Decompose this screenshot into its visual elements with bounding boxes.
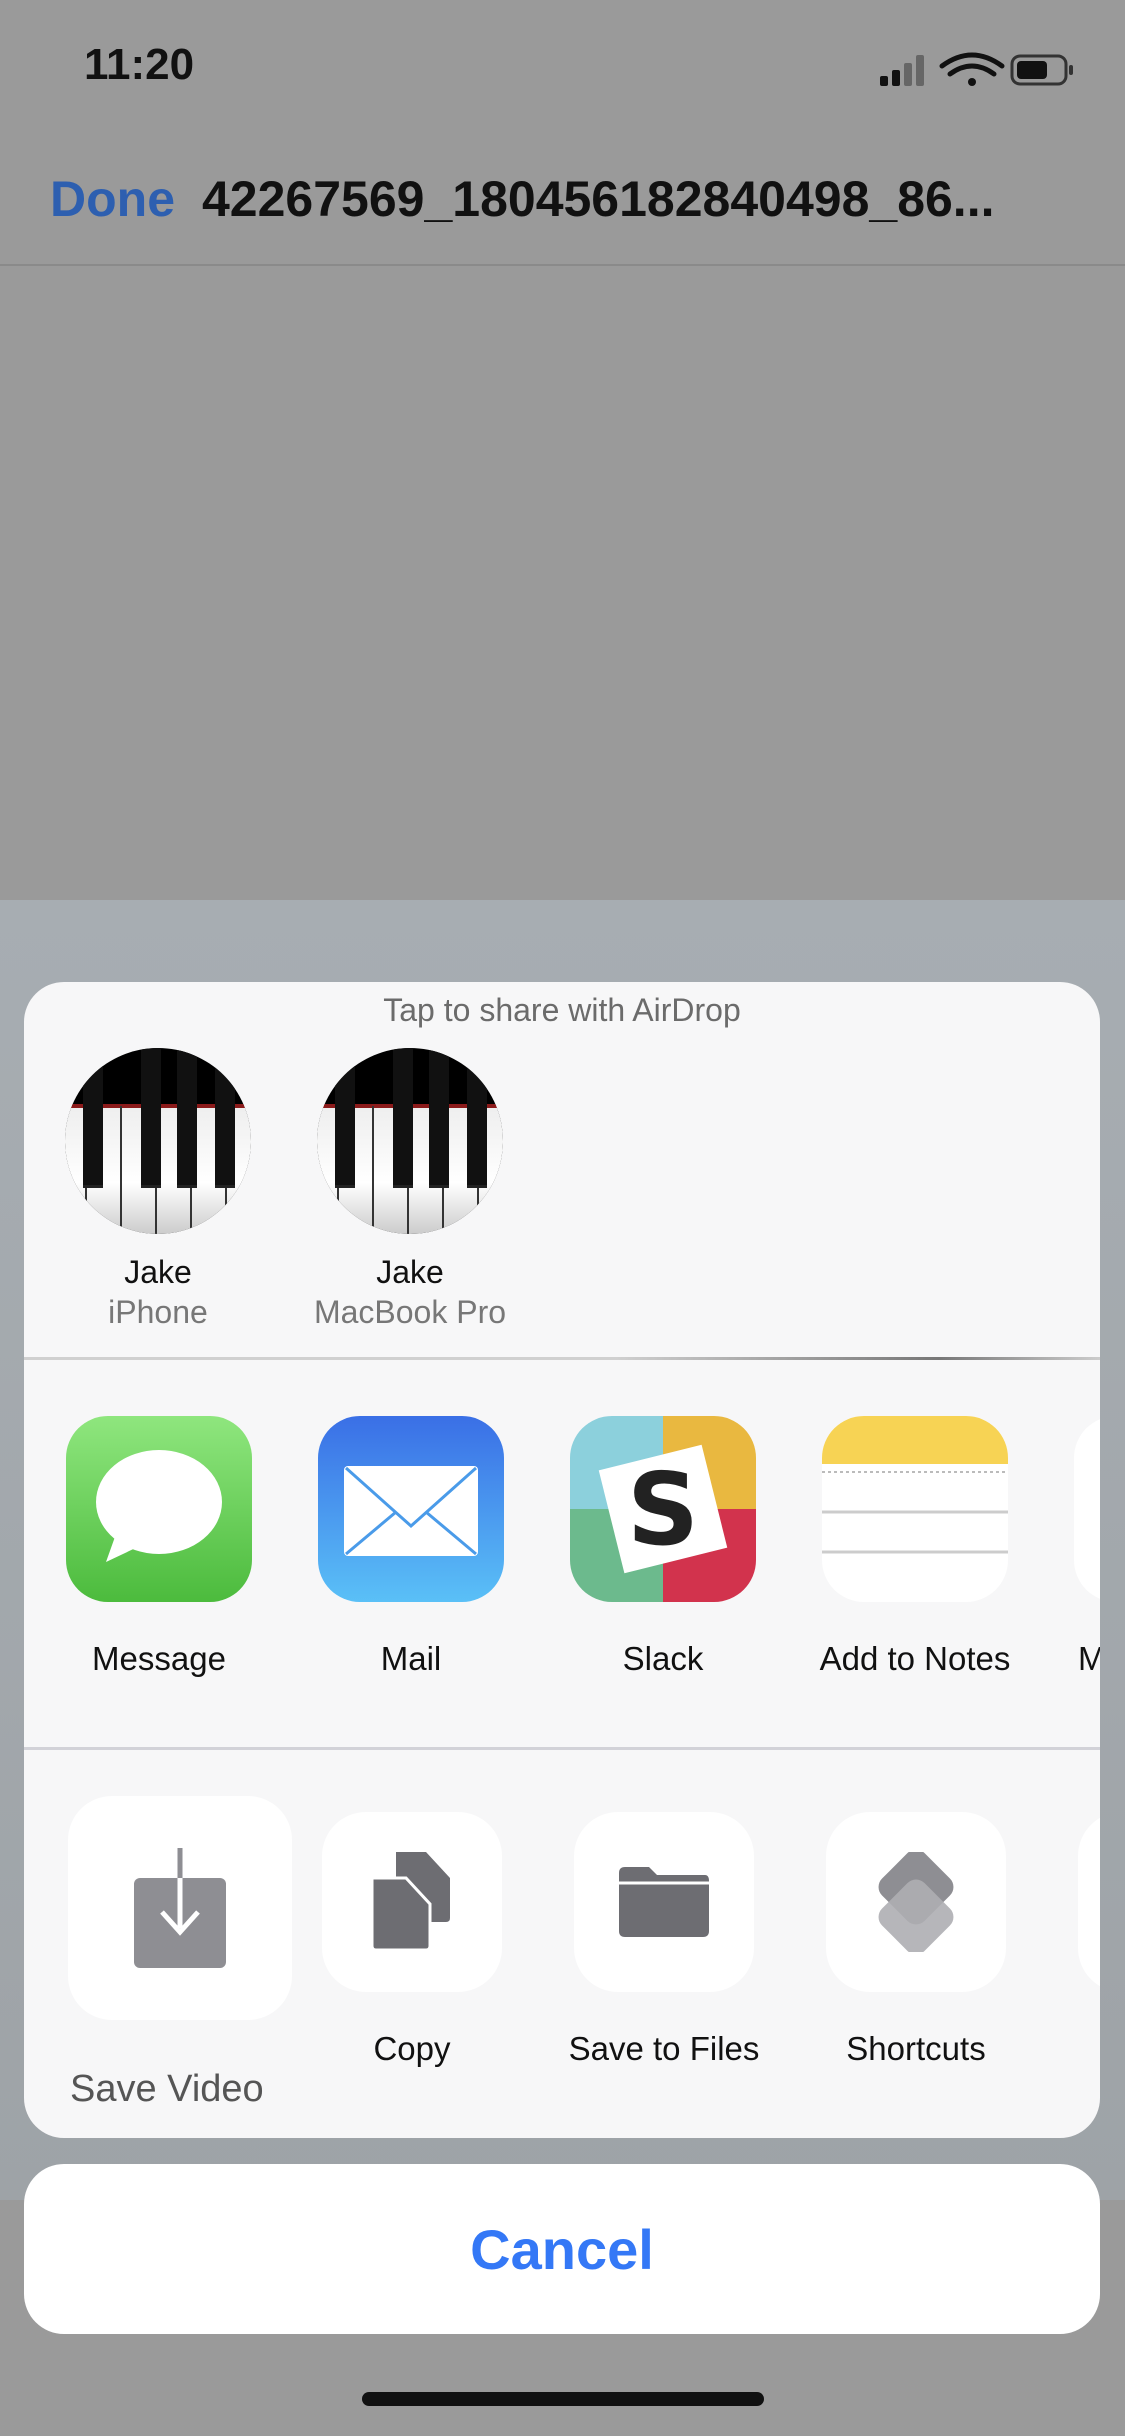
action-label: Save Video	[70, 2068, 264, 2110]
device-name: Jake	[376, 1254, 444, 1290]
share-sheet: Tap to share with AirDrop Jake iPhone Ja…	[24, 982, 1100, 2138]
slack-icon[interactable]: S	[570, 1416, 756, 1602]
airdrop-device[interactable]: Jake iPhone	[33, 982, 283, 1362]
done-button[interactable]: Done	[50, 170, 175, 228]
folder-icon	[619, 1867, 709, 1937]
more-action-button[interactable]	[1078, 1812, 1100, 1992]
avatar	[317, 1048, 503, 1234]
action-label: Save to Files	[568, 2030, 760, 2067]
app-label: Slack	[622, 1640, 704, 1677]
app-label: Message	[92, 1640, 226, 1677]
device-type: iPhone	[108, 1294, 208, 1330]
status-icons	[880, 52, 1073, 86]
home-indicator[interactable]	[362, 2392, 764, 2406]
app-label: Add to Notes	[819, 1640, 1011, 1677]
notes-icon[interactable]	[822, 1416, 1008, 1602]
device-name: Jake	[124, 1254, 192, 1290]
svg-text:S: S	[627, 1451, 699, 1568]
save-download-icon	[134, 1848, 226, 1968]
app-label: M	[1078, 1640, 1100, 1677]
save-to-files-button[interactable]	[574, 1812, 754, 1992]
section-divider	[24, 1747, 1100, 1750]
avatar	[65, 1048, 251, 1234]
nav-divider	[0, 264, 1125, 266]
copy-icon	[372, 1852, 450, 1952]
status-time: 11:20	[84, 40, 195, 89]
device-type: MacBook Pro	[313, 1294, 507, 1330]
shortcuts-button[interactable]	[826, 1812, 1006, 1992]
cellular-signal-icon	[880, 55, 924, 86]
battery-icon	[1010, 54, 1073, 86]
file-title: 42267569_180456182840498_86...	[202, 171, 995, 227]
cancel-button[interactable]: Cancel	[24, 2164, 1100, 2334]
more-app-icon[interactable]	[1074, 1416, 1100, 1602]
messages-icon[interactable]	[66, 1416, 252, 1602]
mail-icon[interactable]	[318, 1416, 504, 1602]
section-divider	[24, 1357, 1100, 1360]
copy-button[interactable]	[322, 1812, 502, 1992]
airdrop-device[interactable]: Jake MacBook Pro	[285, 982, 535, 1362]
action-label: Shortcuts	[846, 2030, 986, 2067]
app-label: Mail	[380, 1640, 442, 1677]
save-video-button[interactable]	[68, 1796, 292, 2020]
shortcuts-icon	[878, 1852, 954, 1952]
wifi-icon	[939, 52, 1005, 86]
action-label: Copy	[373, 2030, 451, 2067]
